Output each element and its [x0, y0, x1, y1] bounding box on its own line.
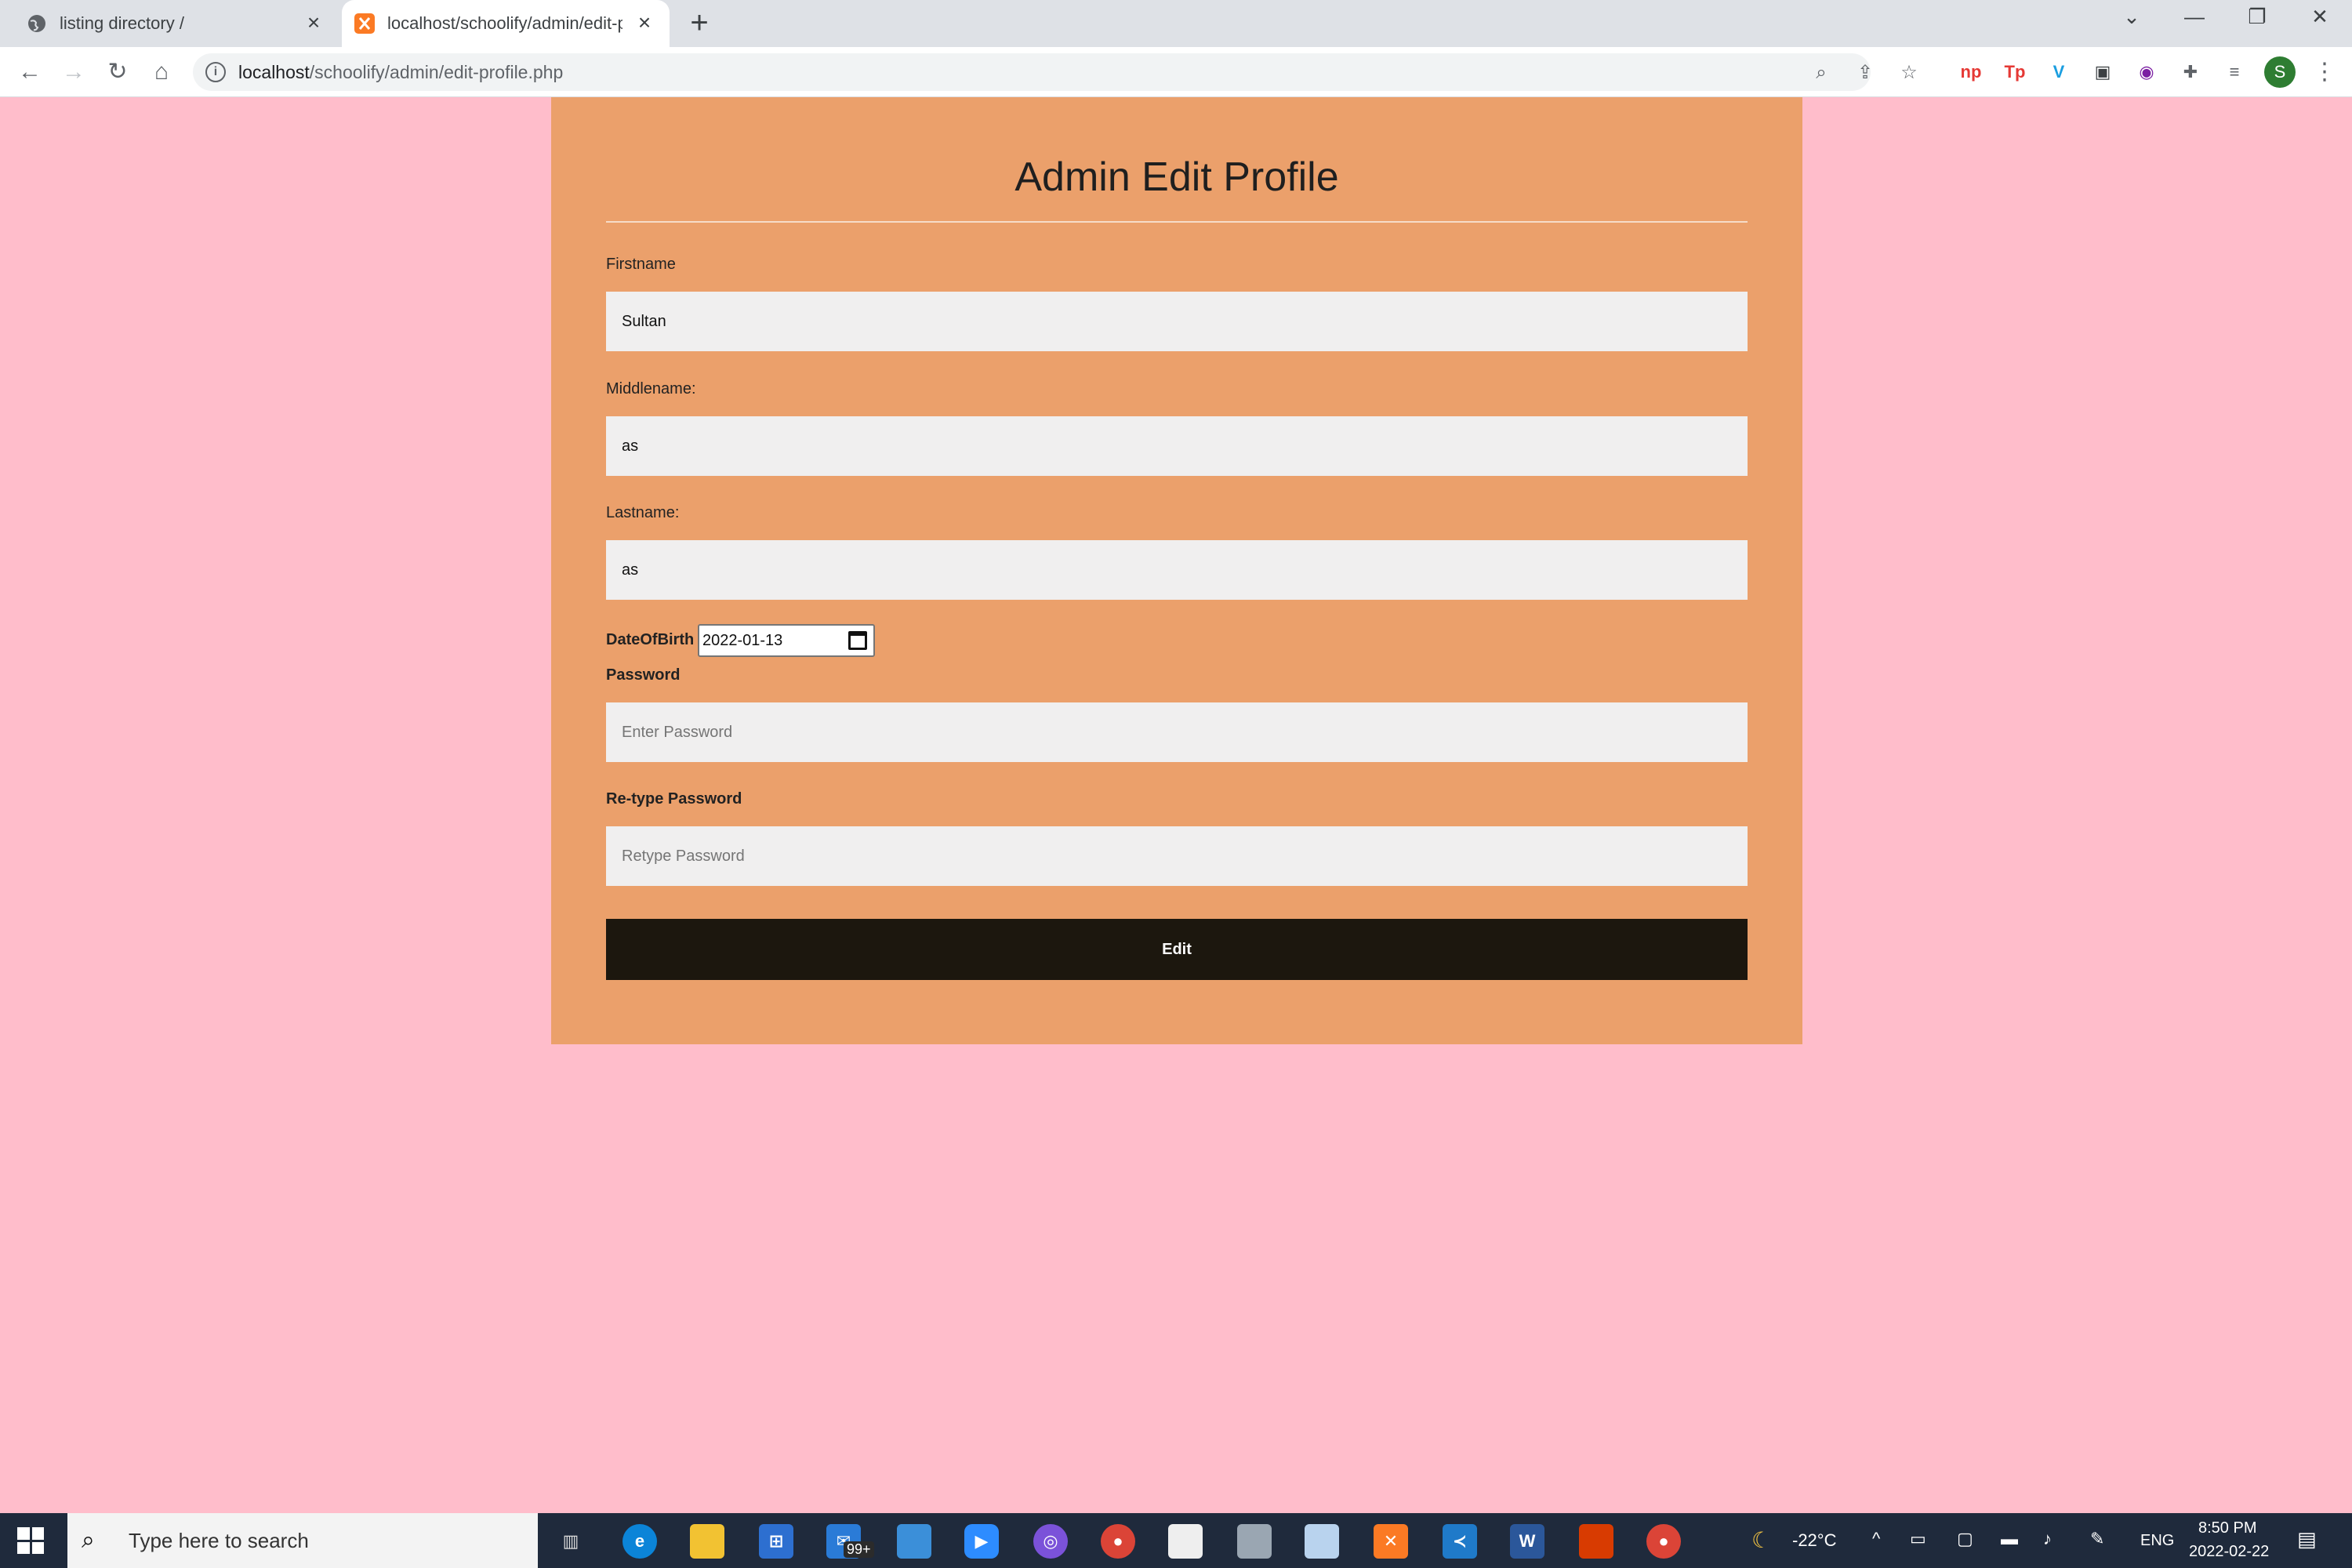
weather-temperature[interactable]: -22°C [1792, 1530, 1836, 1551]
task-view-icon[interactable]: ▥ [554, 1524, 588, 1559]
language-indicator[interactable]: ENG [2140, 1532, 2174, 1550]
puzzle-extensions-icon[interactable]: ✚ [2176, 58, 2205, 86]
xampp-icon [354, 13, 375, 34]
close-tab-icon[interactable]: × [633, 12, 655, 34]
password-input[interactable]: Enter Password [606, 702, 1748, 762]
dob-value: 2022-01-13 [702, 631, 783, 649]
site-info-icon[interactable]: i [205, 62, 226, 82]
chrome-icon[interactable]: ● [1101, 1524, 1135, 1559]
dob-date-input[interactable]: 2022-01-13 [698, 624, 875, 657]
color-extension-icon[interactable]: ◉ [2132, 58, 2161, 86]
restore-button[interactable]: ❐ [2238, 5, 2277, 36]
notifications-icon[interactable]: ▤ [2297, 1527, 2317, 1552]
np-extension-icon[interactable]: np [1957, 58, 1985, 86]
lastname-input[interactable]: as [606, 540, 1748, 600]
firstname-label: Firstname [606, 256, 676, 273]
chrome-active-icon[interactable]: ● [1646, 1524, 1681, 1559]
clock-time[interactable]: 8:50 PM [2198, 1519, 2256, 1537]
browser-tabstrip: listing directory / × localhost/schoolif… [0, 0, 2352, 47]
display-icon[interactable]: ▭ [1910, 1529, 1926, 1549]
browser-menu-icon[interactable]: ⋮ [2313, 56, 2336, 88]
search-icon: ⌕ [82, 1527, 95, 1553]
url-text: localhost/schoolify/admin/edit-profile.p… [238, 61, 564, 82]
tab-title: listing directory / [60, 13, 184, 33]
title-divider [606, 221, 1748, 223]
bookmark-star-icon[interactable]: ☆ [1897, 61, 1921, 85]
close-window-button[interactable]: ✕ [2300, 5, 2339, 36]
tab-listing-directory[interactable]: listing directory / × [0, 0, 339, 47]
reload-icon[interactable]: ↻ [102, 56, 133, 88]
taskbar-search-placeholder: Type here to search [129, 1528, 309, 1552]
edit-profile-card: Admin Edit Profile Firstname Sultan Midd… [551, 97, 1802, 1044]
pen-icon[interactable]: ✎ [2090, 1529, 2104, 1549]
weather-moon-icon[interactable]: ☾ [1751, 1527, 1771, 1553]
zoom-icon[interactable]: ⌕ [1809, 61, 1833, 85]
browser-toolbar: ← → ↻ ⌂ i localhost/schoolify/admin/edit… [0, 47, 2352, 97]
v-extension-icon[interactable]: V [2045, 58, 2073, 86]
edit-button[interactable]: Edit [606, 919, 1748, 980]
middlename-input[interactable]: as [606, 416, 1748, 476]
profile-avatar[interactable]: S [2264, 56, 2296, 88]
notepad-icon[interactable] [1305, 1524, 1339, 1559]
meet-icon[interactable]: ▢ [1957, 1529, 1973, 1549]
app-icon[interactable] [897, 1524, 931, 1559]
mail-badge: 99+ [844, 1541, 874, 1558]
computer-icon[interactable] [1237, 1524, 1272, 1559]
retype-password-label: Re-type Password [606, 790, 742, 808]
discord-icon[interactable]: ◎ [1033, 1524, 1068, 1559]
windows-taskbar: ⌕ Type here to search ▥ e ⊞ ✉ 99+ ▶ ◎ ● … [0, 1513, 2352, 1568]
tab-title: localhost/schoolify/admin/edit-p [387, 13, 622, 33]
retype-password-input[interactable]: Retype Password [606, 826, 1748, 886]
share-icon[interactable]: ⇪ [1853, 61, 1877, 85]
globe-icon [27, 13, 47, 34]
media-extension-icon[interactable]: ▣ [2089, 58, 2117, 86]
windows-start-icon[interactable] [17, 1527, 44, 1554]
dob-label: DateOfBirth [606, 631, 695, 648]
office-icon[interactable] [1579, 1524, 1613, 1559]
firstname-input[interactable]: Sultan [606, 292, 1748, 351]
tp-extension-icon[interactable]: Tp [2001, 58, 2029, 86]
store-icon[interactable]: ⊞ [759, 1524, 793, 1559]
battery-icon[interactable]: ▬ [2001, 1529, 2018, 1549]
volume-icon[interactable]: ♪ [2043, 1529, 2052, 1549]
edge-icon[interactable]: e [622, 1524, 657, 1559]
calendar-icon[interactable] [848, 631, 867, 650]
back-arrow-icon[interactable]: ← [14, 56, 45, 88]
word-icon[interactable]: W [1510, 1524, 1544, 1559]
taskbar-search-box[interactable]: ⌕ Type here to search [67, 1513, 538, 1568]
xampp-taskbar-icon[interactable]: ✕ [1374, 1524, 1408, 1559]
vscode-icon[interactable]: ≺ [1443, 1524, 1477, 1559]
home-icon[interactable]: ⌂ [146, 56, 177, 88]
zoom-app-icon[interactable]: ▶ [964, 1524, 999, 1559]
clock-date[interactable]: 2022-02-22 [2189, 1543, 2269, 1561]
minimize-button[interactable]: — [2175, 5, 2214, 36]
show-hidden-icons-chevron-icon[interactable]: ^ [1872, 1529, 1880, 1549]
middlename-label: Middlename: [606, 380, 696, 397]
media-queue-icon[interactable]: ≡ [2220, 58, 2249, 86]
tab-edit-profile[interactable]: localhost/schoolify/admin/edit-p × [342, 0, 670, 47]
file-explorer-icon[interactable] [690, 1524, 724, 1559]
address-bar[interactable]: i localhost/schoolify/admin/edit-profile… [193, 53, 1918, 91]
forward-arrow-icon[interactable]: → [58, 56, 89, 88]
lastname-label: Lastname: [606, 504, 680, 521]
blank-file-icon[interactable] [1168, 1524, 1203, 1559]
password-label: Password [606, 666, 681, 684]
tab-search-chevron-icon[interactable]: ⌄ [2112, 5, 2151, 36]
page-title: Admin Edit Profile [1014, 154, 1339, 200]
close-tab-icon[interactable]: × [303, 12, 325, 34]
new-tab-button[interactable]: + [684, 7, 715, 39]
